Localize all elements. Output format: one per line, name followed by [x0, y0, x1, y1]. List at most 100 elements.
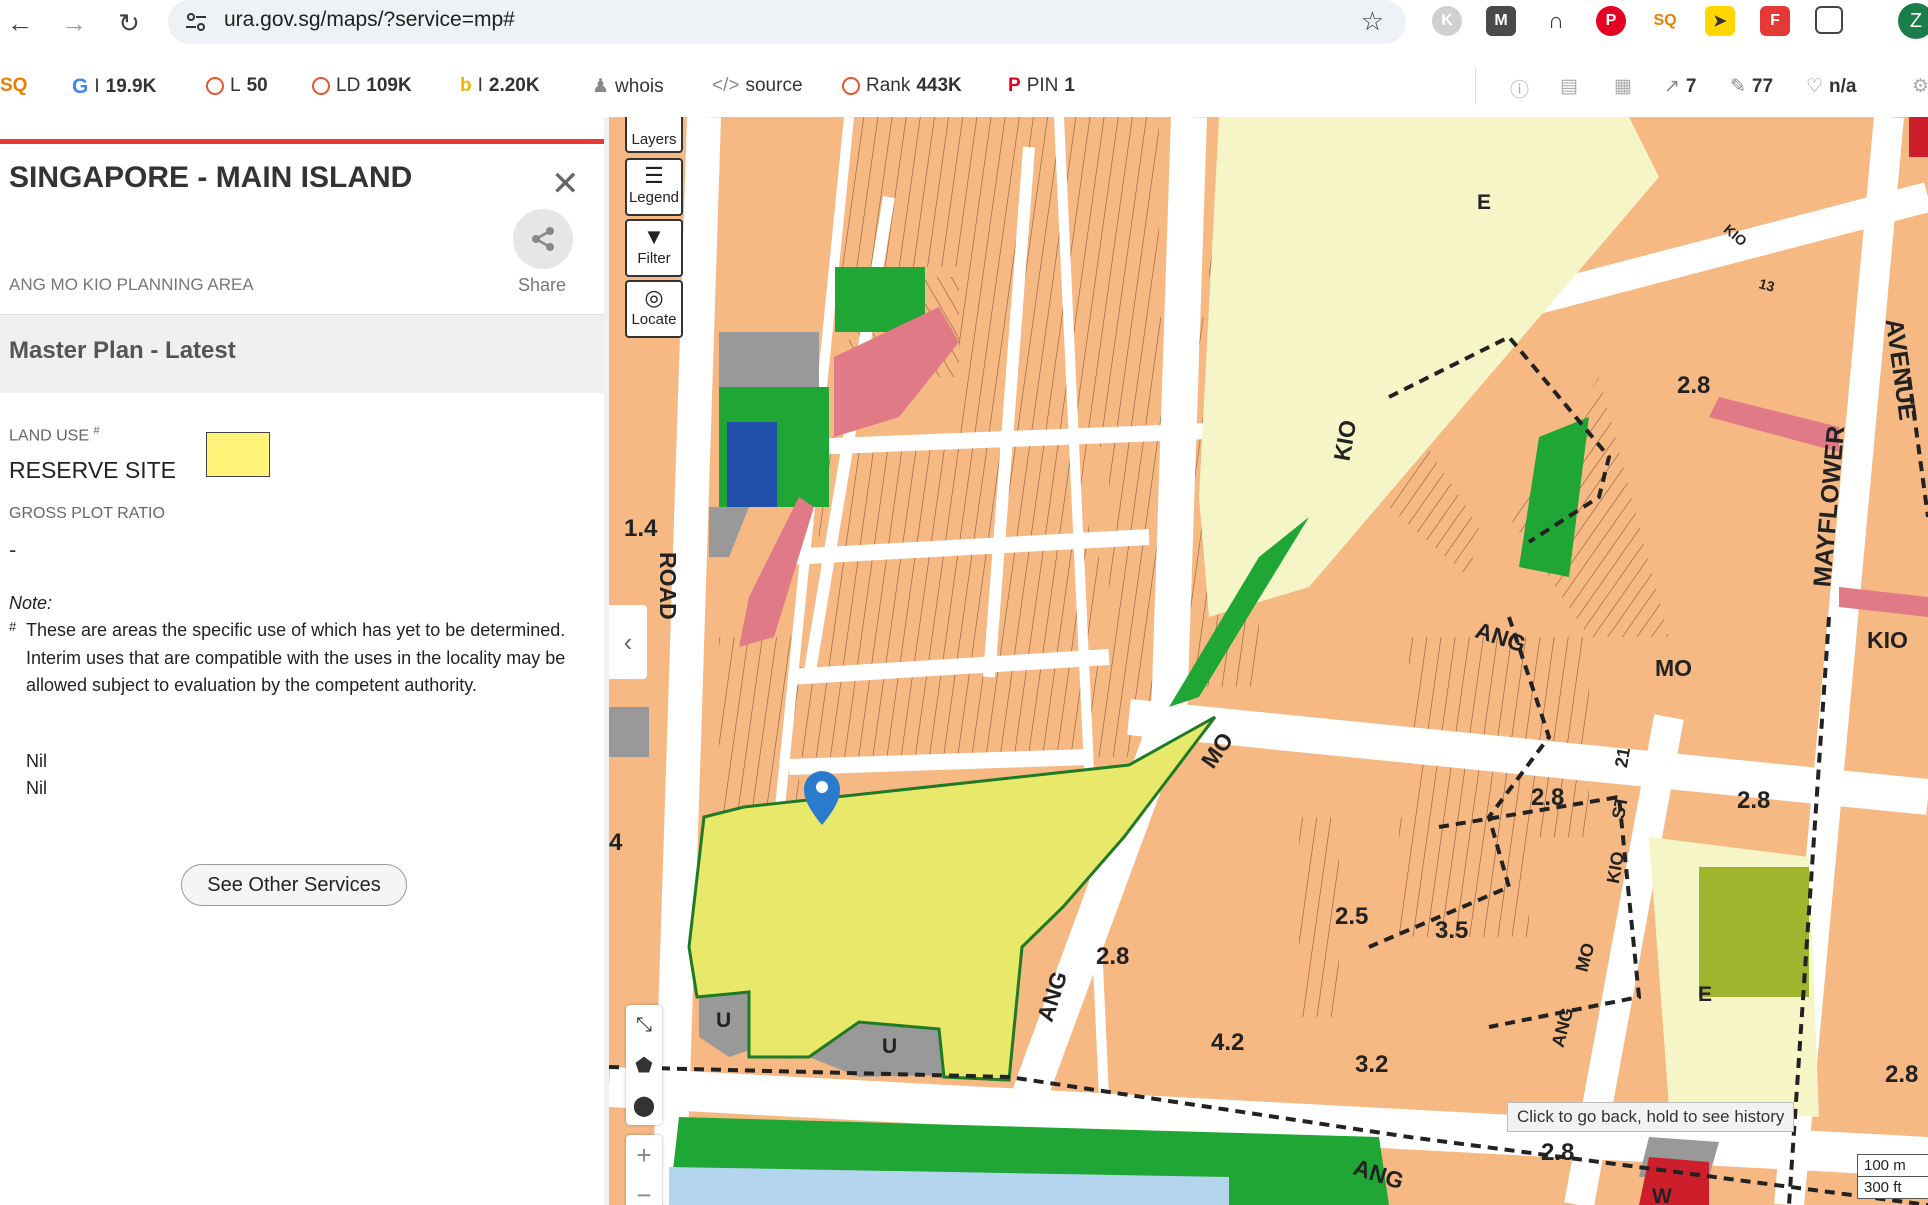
plan-section-header: Master Plan - Latest [0, 314, 604, 393]
seoquake-icon[interactable]: SQ [1650, 6, 1680, 36]
chart-icon[interactable]: ▤ [1560, 75, 1578, 98]
waterbody-zone [727, 422, 777, 507]
extensions-puzzle-icon[interactable] [1815, 6, 1843, 34]
plot-ratio-label: 4.2 [1211, 1029, 1245, 1056]
map-scale: 100 m 300 ft [1857, 1154, 1928, 1199]
plot-ratio-label: 2.8 [1541, 1139, 1575, 1166]
sports-zone [1699, 867, 1809, 997]
seo-external-links[interactable]: ↗ 7 [1664, 75, 1697, 98]
plot-ratio-label: 2.8 [1677, 372, 1711, 399]
page-icon[interactable]: ▦ [1614, 75, 1632, 98]
back-arrow-icon[interactable]: ← [3, 6, 37, 40]
nil-value-1: Nil [26, 751, 47, 771]
note-hash: # [9, 619, 17, 634]
settings-gear-icon[interactable]: ⚙ [1912, 75, 1928, 98]
seo-internal-links[interactable]: ✎ 77 [1730, 75, 1773, 98]
filter-icon: ▼ [643, 224, 665, 249]
toolbar-divider [1475, 67, 1476, 105]
nil-value-2: Nil [26, 778, 47, 798]
zone-label: U [882, 1035, 898, 1058]
plot-ratio-label: 2.8 [1737, 787, 1771, 814]
road-label: KIO [1867, 627, 1908, 653]
site-settings-icon[interactable] [184, 10, 208, 34]
heart-icon: ♡ [1806, 76, 1824, 97]
circle-icon[interactable]: ⬤ [626, 1085, 662, 1125]
gross-plot-ratio-value: - [9, 537, 17, 562]
info-panel: SINGAPORE - MAIN ISLAND ✕ Share ANG MO K… [0, 117, 608, 1205]
legend-button[interactable]: ☰ Legend [625, 158, 683, 216]
note-label: Note: [9, 593, 53, 613]
url-text: ura.gov.sg/maps/?service=mp# [224, 8, 515, 31]
share-label[interactable]: Share [518, 275, 566, 296]
profile-avatar[interactable]: Z [1898, 3, 1928, 39]
layers-button[interactable]: Layers [625, 117, 683, 153]
forward-arrow-icon[interactable]: → [57, 6, 91, 40]
master-plan-map[interactable]: 1.4 4 2.8 2.8 2.8 2.8 2.5 3.5 4.2 3.2 2.… [609, 117, 1928, 1205]
plot-ratio-label: 3.2 [1355, 1051, 1389, 1078]
zoom-in-icon[interactable]: + [626, 1135, 662, 1175]
seo-rank[interactable]: Rank 443K [842, 75, 962, 97]
civic-zone [719, 332, 819, 387]
panel-title: SINGAPORE - MAIN ISLAND [9, 161, 413, 194]
address-bar[interactable]: ura.gov.sg/maps/?service=mp# ☆ [168, 0, 1406, 44]
plot-ratio-label: 1.4 [624, 515, 658, 542]
zoom-controls: + − [626, 1135, 662, 1205]
utility-zone [1909, 117, 1928, 157]
section-title: Master Plan - Latest [9, 337, 236, 364]
seoquake-toolbar: SQ G I 19.9K L 50 LD 109K b I 2.20K ♟ whois … [0, 55, 1928, 118]
person-icon: ♟ [592, 76, 610, 97]
close-icon[interactable]: ✕ [551, 167, 580, 201]
land-use-swatch [206, 432, 270, 477]
utility-zone [1639, 1157, 1709, 1205]
extension-arc-icon[interactable]: ∩ [1541, 6, 1571, 36]
terrace-block [839, 117, 969, 267]
zoom-out-icon[interactable]: − [626, 1175, 662, 1205]
locate-button[interactable]: ◎ Locate [625, 280, 683, 338]
back-button-tooltip: Click to go back, hold to see history [1507, 1102, 1795, 1132]
extension-k-icon[interactable]: K [1432, 6, 1462, 36]
plot-ratio-label: 2.8 [1885, 1061, 1919, 1088]
note-text: These are areas the specific use of whic… [26, 620, 566, 695]
seo-linking-domains[interactable]: LD 109K [312, 75, 412, 97]
plot-ratio-label: 2.5 [1335, 903, 1369, 930]
seo-links[interactable]: L 50 [206, 75, 268, 97]
road-label: ROAD [655, 552, 681, 620]
terrace-block [819, 557, 1099, 667]
seo-source[interactable]: </> source [712, 75, 803, 97]
seo-whois[interactable]: ♟ whois [592, 75, 664, 98]
plot-ratio-label: 3.5 [1435, 917, 1469, 944]
locate-icon: ◎ [644, 285, 664, 310]
seoquake-logo-icon[interactable]: SQ [0, 75, 27, 97]
bookmark-star-icon[interactable]: ☆ [1361, 6, 1384, 37]
seo-pin[interactable]: P PIN 1 [1008, 75, 1075, 97]
pinterest-icon[interactable]: P [1596, 6, 1626, 36]
plot-ratio-label: 4 [609, 829, 623, 856]
seo-nofollow[interactable]: ♡ n/a [1806, 75, 1857, 98]
share-button[interactable] [513, 209, 573, 269]
zone-label: E [1698, 983, 1713, 1006]
plot-ratio-label: 2.8 [1096, 943, 1130, 970]
planning-area: ANG MO KIO PLANNING AREA [9, 275, 254, 294]
extension-m-icon[interactable]: M [1486, 6, 1516, 36]
info-icon[interactable]: ⓘ [1510, 75, 1529, 102]
extension-cursor-icon[interactable]: ➤ [1705, 6, 1735, 36]
seo-bing-index[interactable]: b I 2.20K [460, 75, 540, 97]
see-other-services-button[interactable]: See Other Services [181, 864, 407, 906]
extension-f-icon[interactable]: F [1760, 6, 1790, 36]
collapse-panel-chevron-icon[interactable]: ‹ [609, 605, 647, 679]
road-label: 21 [1610, 745, 1635, 770]
browser-toolbar: ← → ↻ ura.gov.sg/maps/?service=mp# ☆ K M… [0, 0, 1928, 55]
zone-label: W [1652, 1185, 1672, 1205]
internal-link-icon: ✎ [1730, 76, 1746, 97]
measure-line-icon[interactable]: ⤡ [626, 1005, 662, 1045]
zone-label: E [1477, 191, 1492, 214]
gross-plot-ratio-label: GROSS PLOT RATIO [9, 505, 165, 522]
road-label: MO [1655, 655, 1693, 681]
semrush-icon [312, 77, 330, 95]
filter-button[interactable]: ▼ Filter [625, 219, 683, 277]
polygon-icon[interactable]: ⬟ [626, 1045, 662, 1085]
civic-zone [609, 707, 649, 757]
seo-google-index[interactable]: G I 19.9K [72, 75, 156, 99]
share-icon [532, 227, 554, 251]
reload-icon[interactable]: ↻ [112, 6, 146, 40]
